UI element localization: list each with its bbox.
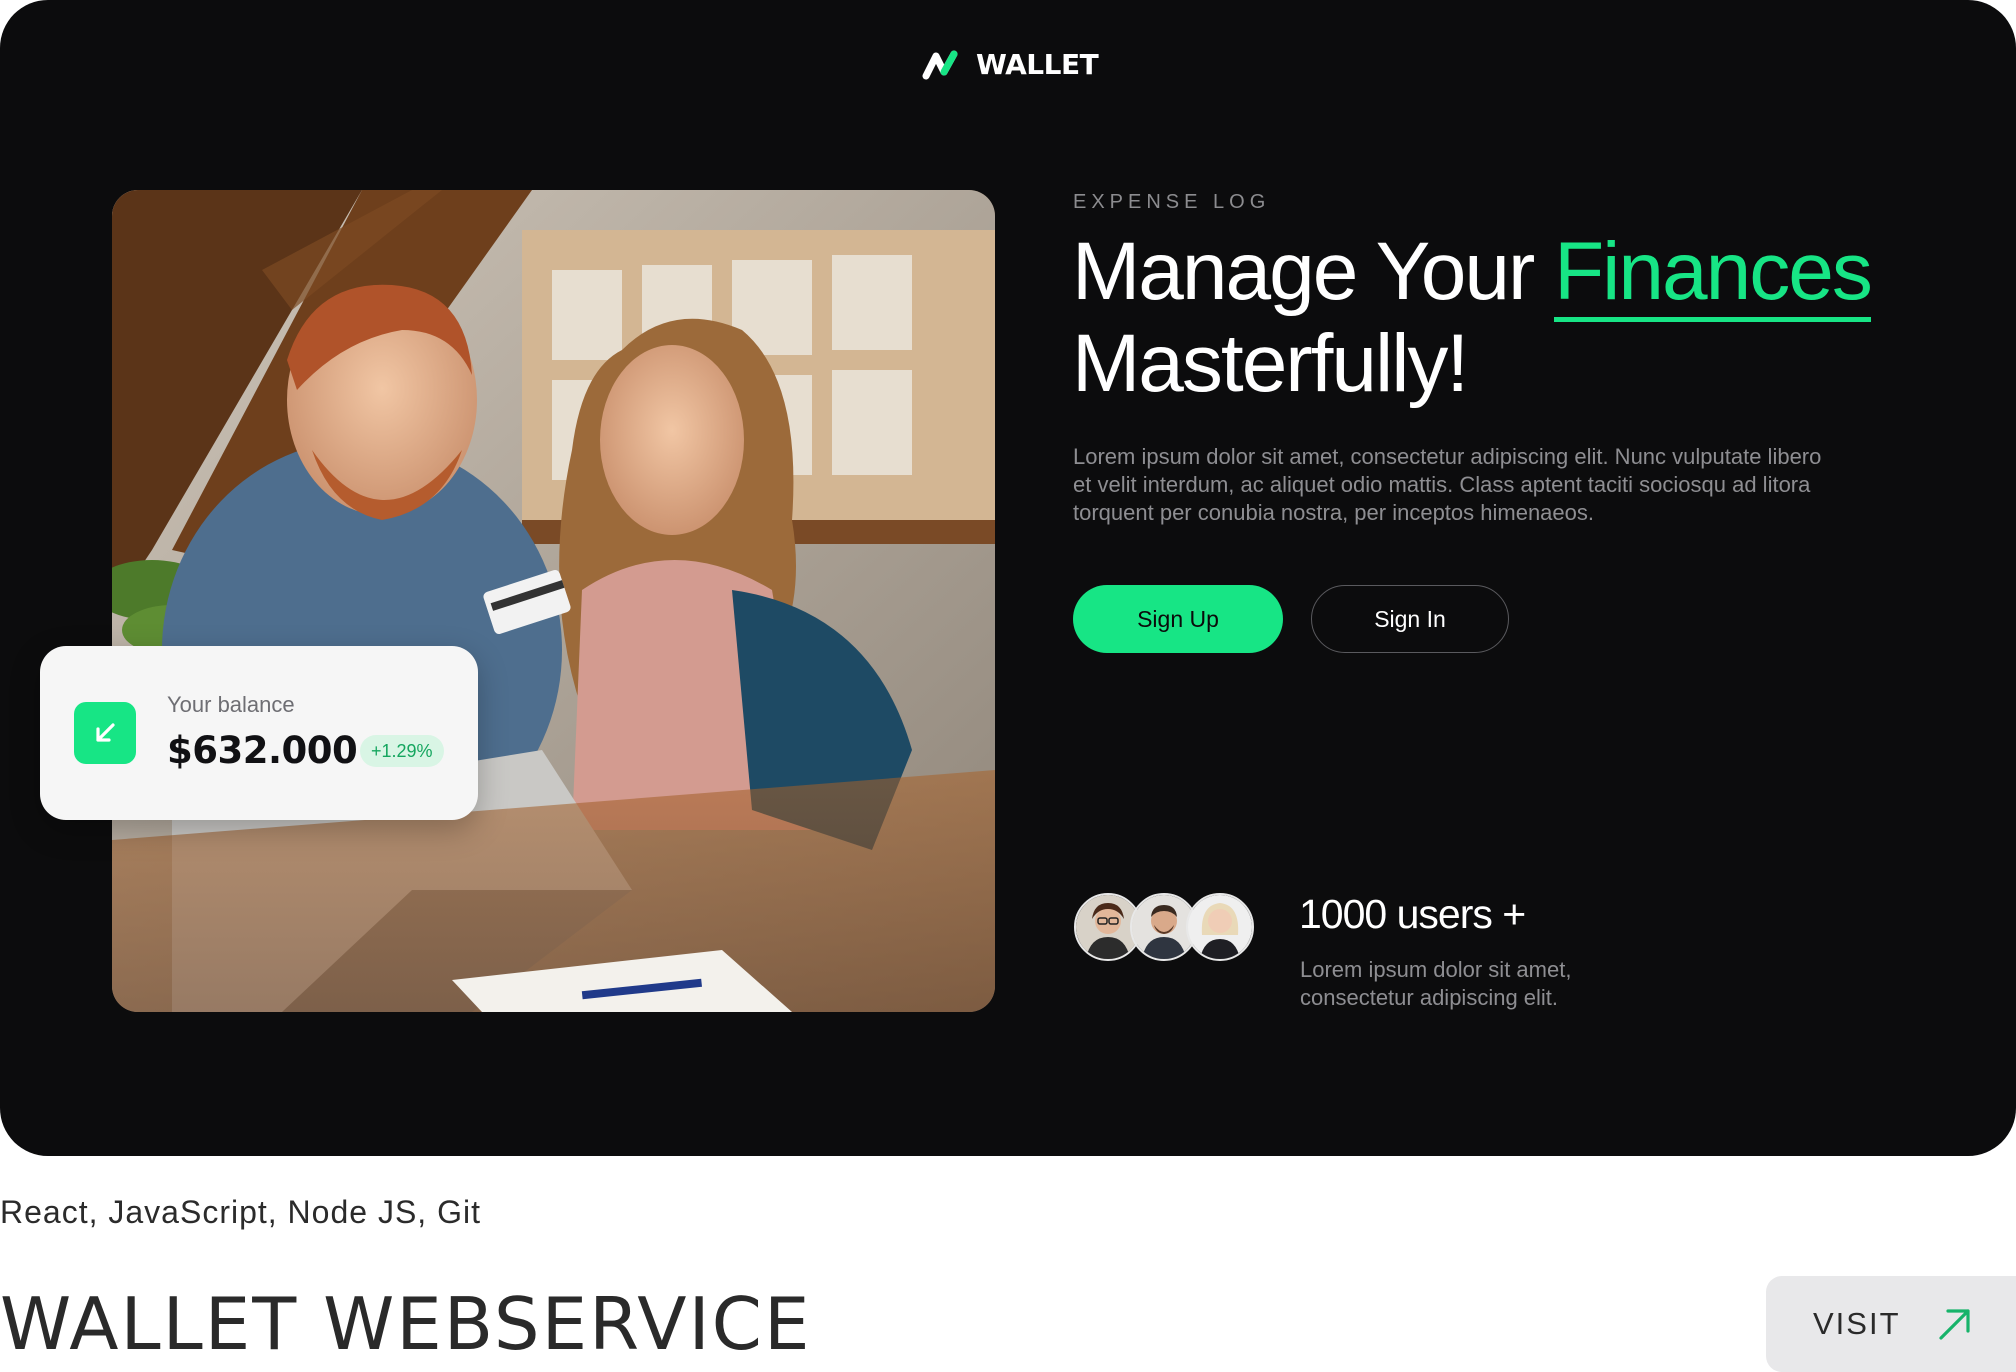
wallet-logo-text: WALLET	[976, 48, 1099, 81]
hero-photo	[112, 190, 995, 1012]
users-count: 1000 users +	[1299, 891, 1526, 937]
headline-accent: Finances	[1554, 226, 1873, 322]
headline-part-2: Masterfully!	[1072, 318, 1469, 409]
arrow-up-right-icon	[1938, 1309, 1970, 1340]
wallet-logo[interactable]: WALLET	[922, 48, 1099, 81]
hero-section: WALLET Your balance $632.000 +1.29% EXPE…	[0, 0, 2016, 1156]
balance-change-badge: +1.29%	[360, 735, 444, 767]
sign-up-button[interactable]: Sign Up	[1073, 585, 1283, 653]
user-avatars	[1074, 893, 1254, 961]
balance-card: Your balance $632.000 +1.29%	[40, 646, 478, 820]
arrow-down-left-icon	[74, 702, 136, 764]
hero-eyebrow: EXPENSE LOG	[1073, 191, 1271, 213]
tech-stack: React, JavaScript, Node JS, Git	[0, 1194, 481, 1230]
users-description: Lorem ipsum dolor sit amet, consectetur …	[1300, 957, 1572, 1010]
balance-label: Your balance	[167, 692, 295, 717]
headline-part-1: Manage Your	[1072, 226, 1555, 317]
visit-label: VISIT	[1813, 1306, 1901, 1341]
sign-in-button[interactable]: Sign In	[1311, 585, 1509, 653]
project-title: WALLET WEBSERVICE	[0, 1282, 812, 1366]
wallet-logo-icon	[922, 50, 958, 79]
couple-with-laptop-image	[112, 190, 995, 1012]
avatar	[1186, 893, 1254, 961]
balance-amount: $632.000	[167, 729, 358, 772]
visit-button[interactable]: VISIT	[1766, 1276, 2016, 1372]
hero-description: Lorem ipsum dolor sit amet, consectetur …	[1073, 444, 1822, 525]
hero-headline: Manage Your Finances Masterfully!	[1072, 226, 1932, 410]
